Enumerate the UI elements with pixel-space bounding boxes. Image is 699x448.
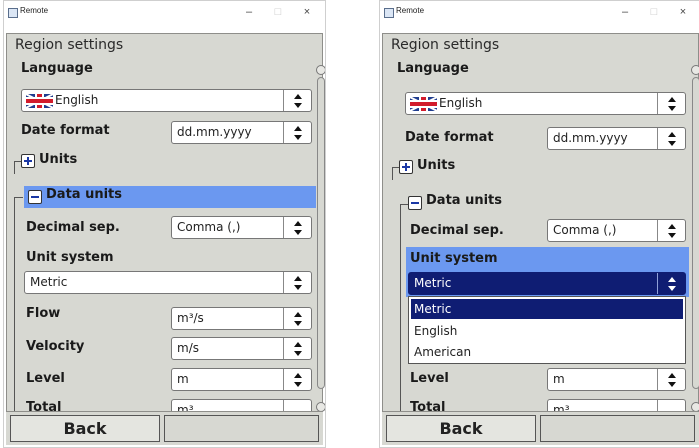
remote-window-right: Remote – □ × Region settings Language En…: [379, 0, 699, 448]
updown-arrows-icon: [292, 94, 304, 108]
expand-units-button[interactable]: [21, 154, 35, 168]
updown-arrows-icon: [666, 277, 678, 291]
date-format-value: dd.mm.yyyy: [553, 131, 628, 145]
level-value: m: [177, 372, 189, 386]
scroll-up-icon[interactable]: [691, 65, 699, 75]
title-bar: Remote – □ ×: [4, 1, 325, 23]
level-select[interactable]: m: [547, 368, 686, 391]
option-english[interactable]: English: [411, 321, 683, 341]
flow-label: Flow: [26, 306, 61, 321]
language-value: English: [439, 96, 483, 110]
updown-arrows-icon: [666, 132, 678, 146]
bottom-bar: Back: [382, 411, 699, 445]
unit-system-select[interactable]: Metric: [408, 272, 686, 295]
level-label: Level: [410, 371, 449, 386]
date-format-label: Date format: [405, 130, 494, 145]
minimize-button[interactable]: –: [611, 3, 639, 21]
data-units-label: Data units: [426, 193, 502, 208]
uk-flag-icon: [26, 94, 53, 108]
collapse-data-units-button[interactable]: [28, 190, 42, 204]
decimal-sep-label: Decimal sep.: [26, 220, 120, 235]
decimal-sep-select[interactable]: Comma (,): [547, 219, 686, 242]
unit-system-dropdown: Metric English American: [408, 296, 686, 364]
expand-units-button[interactable]: [399, 160, 413, 174]
decimal-sep-select[interactable]: Comma (,): [171, 216, 312, 239]
language-select[interactable]: English: [405, 92, 686, 115]
bottom-bar: Back: [6, 411, 323, 445]
remote-window-left: Remote – □ × Region settings Language En…: [3, 0, 326, 448]
bottom-right-slot: [164, 415, 319, 442]
updown-arrows-icon: [666, 97, 678, 111]
date-format-value: dd.mm.yyyy: [177, 125, 252, 139]
date-format-select[interactable]: dd.mm.yyyy: [171, 121, 312, 144]
option-metric[interactable]: Metric: [411, 299, 683, 319]
back-button[interactable]: Back: [10, 415, 160, 442]
updown-arrows-icon: [292, 221, 304, 235]
decimal-sep-value: Comma (,): [553, 223, 617, 237]
units-group-label: Units: [39, 152, 78, 167]
unit-system-label: Unit system: [410, 251, 498, 266]
level-label: Level: [26, 371, 65, 386]
velocity-value: m/s: [177, 341, 199, 355]
page-title: Region settings: [391, 37, 500, 53]
language-value: English: [55, 93, 99, 107]
updown-arrows-icon: [292, 126, 304, 140]
close-button[interactable]: ×: [293, 3, 321, 21]
flow-value: m³/s: [177, 311, 204, 325]
uk-flag-icon: [410, 97, 437, 111]
collapse-data-units-button[interactable]: [408, 196, 422, 210]
language-label: Language: [397, 61, 469, 76]
updown-arrows-icon: [292, 312, 304, 326]
vertical-scrollbar[interactable]: [692, 77, 699, 389]
scroll-up-icon[interactable]: [316, 65, 325, 75]
page-title: Region settings: [15, 37, 124, 53]
date-format-label: Date format: [21, 123, 110, 138]
decimal-sep-value: Comma (,): [177, 220, 241, 234]
data-units-label: Data units: [46, 187, 122, 202]
unit-system-label: Unit system: [26, 250, 114, 265]
maximize-button[interactable]: □: [640, 3, 668, 21]
vertical-scrollbar[interactable]: [317, 77, 325, 389]
velocity-label: Velocity: [26, 339, 85, 354]
updown-arrows-icon: [292, 276, 304, 290]
unit-system-select[interactable]: Metric: [24, 271, 312, 294]
date-format-select[interactable]: dd.mm.yyyy: [547, 127, 686, 150]
maximize-button[interactable]: □: [264, 3, 292, 21]
minimize-button[interactable]: –: [235, 3, 263, 21]
unit-system-value: Metric: [414, 276, 452, 290]
close-button[interactable]: ×: [669, 3, 697, 21]
bottom-right-slot: [540, 415, 695, 442]
level-value: m: [553, 372, 565, 386]
velocity-select[interactable]: m/s: [171, 337, 312, 360]
window-title: Remote: [396, 6, 425, 15]
unit-system-value: Metric: [30, 275, 68, 289]
back-button[interactable]: Back: [386, 415, 536, 442]
level-select[interactable]: m: [171, 368, 312, 391]
window-title: Remote: [20, 6, 49, 15]
flow-select[interactable]: m³/s: [171, 307, 312, 330]
language-select[interactable]: English: [21, 89, 312, 112]
title-bar: Remote – □ ×: [380, 1, 699, 23]
app-icon: [384, 8, 394, 18]
updown-arrows-icon: [292, 373, 304, 387]
updown-arrows-icon: [666, 373, 678, 387]
decimal-sep-label: Decimal sep.: [410, 223, 504, 238]
option-american[interactable]: American: [411, 342, 683, 362]
updown-arrows-icon: [292, 342, 304, 356]
updown-arrows-icon: [666, 224, 678, 238]
language-label: Language: [21, 61, 93, 76]
app-icon: [8, 8, 18, 18]
units-group-label: Units: [417, 158, 456, 173]
